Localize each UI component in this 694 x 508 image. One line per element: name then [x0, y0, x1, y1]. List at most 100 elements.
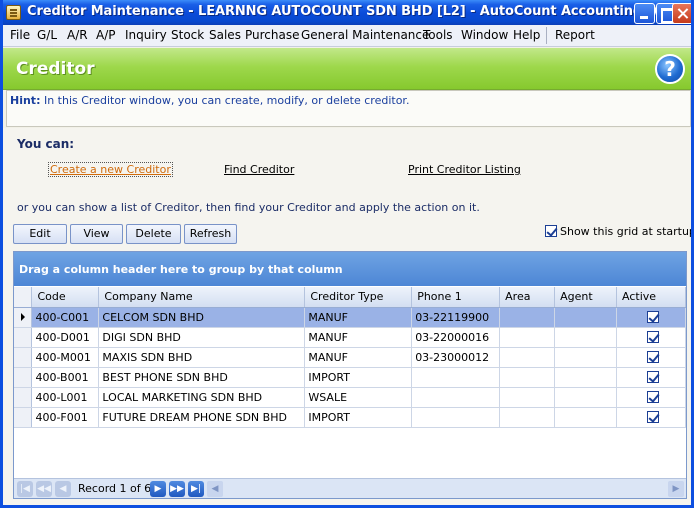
menu-file[interactable]: File — [10, 28, 30, 42]
cell-company-name[interactable]: FUTURE DREAM PHONE SDN BHD — [98, 407, 306, 428]
cell-creditor-type[interactable]: WSALE — [304, 387, 413, 408]
group-by-panel[interactable]: Drag a column header here to group by th… — [14, 252, 686, 286]
menu-ar[interactable]: A/R — [67, 28, 88, 42]
view-button[interactable]: View — [70, 224, 123, 244]
cell-code[interactable]: 400-D001 — [31, 327, 100, 348]
edit-button[interactable]: Edit — [13, 224, 67, 244]
cell-agent[interactable] — [554, 347, 617, 368]
refresh-button[interactable]: Refresh — [184, 224, 237, 244]
menu-sales[interactable]: Sales — [209, 28, 241, 42]
cell-area[interactable] — [499, 347, 556, 368]
table-row[interactable]: 400-F001 FUTURE DREAM PHONE SDN BHD IMPO… — [14, 407, 686, 428]
cell-active[interactable] — [616, 327, 686, 348]
cell-active[interactable] — [616, 367, 686, 388]
cell-area[interactable] — [499, 387, 556, 408]
next-record-icon[interactable]: ▶ — [150, 481, 166, 497]
scroll-left-icon[interactable]: ◀ — [207, 481, 223, 497]
column-header-creditor-type[interactable]: Creditor Type — [304, 287, 413, 308]
cell-code[interactable]: 400-M001 — [31, 347, 100, 368]
cell-code[interactable]: 400-B001 — [31, 367, 100, 388]
cell-agent[interactable] — [554, 367, 617, 388]
find-creditor-link[interactable]: Find Creditor — [224, 163, 294, 176]
active-checkbox[interactable] — [646, 350, 659, 363]
table-row[interactable]: 400-C001 CELCOM SDN BHD MANUF 03-2211990… — [14, 307, 686, 328]
cell-company-name[interactable]: LOCAL MARKETING SDN BHD — [98, 387, 306, 408]
menu-separator — [546, 27, 547, 44]
cell-agent[interactable] — [554, 407, 617, 428]
cell-phone-1[interactable] — [411, 387, 501, 408]
column-header-agent[interactable]: Agent — [554, 287, 617, 308]
cell-code[interactable]: 400-F001 — [31, 407, 100, 428]
menu-stock[interactable]: Stock — [171, 28, 204, 42]
cell-area[interactable] — [499, 407, 556, 428]
help-icon[interactable]: ? — [655, 54, 685, 84]
cell-phone-1[interactable] — [411, 407, 501, 428]
cell-active[interactable] — [616, 347, 686, 368]
cell-creditor-type[interactable]: IMPORT — [304, 407, 413, 428]
table-row[interactable]: 400-D001 DIGI SDN BHD MANUF 03-22000016 — [14, 327, 686, 348]
menu-purchase[interactable]: Purchase — [245, 28, 300, 42]
active-checkbox[interactable] — [646, 330, 659, 343]
cell-creditor-type[interactable]: MANUF — [304, 307, 413, 328]
prev-page-icon[interactable]: ◀◀ — [36, 481, 52, 497]
print-creditor-listing-link[interactable]: Print Creditor Listing — [408, 163, 521, 176]
menu-general-maintenance[interactable]: General Maintenance — [301, 28, 429, 42]
table-row[interactable]: 400-B001 BEST PHONE SDN BHD IMPORT — [14, 367, 686, 388]
cell-active[interactable] — [616, 407, 686, 428]
cell-agent[interactable] — [554, 327, 617, 348]
prev-record-icon[interactable]: ◀ — [55, 481, 71, 497]
cell-company-name[interactable]: CELCOM SDN BHD — [98, 307, 306, 328]
cell-active[interactable] — [616, 307, 686, 328]
menu-gl[interactable]: G/L — [37, 28, 57, 42]
column-header-company-name[interactable]: Company Name — [98, 287, 306, 308]
cell-phone-1[interactable]: 03-23000012 — [411, 347, 501, 368]
column-header-active[interactable]: Active — [616, 287, 686, 308]
cell-area[interactable] — [499, 367, 556, 388]
cell-company-name[interactable]: BEST PHONE SDN BHD — [98, 367, 306, 388]
column-header-code[interactable]: Code — [31, 287, 100, 308]
table-row[interactable]: 400-L001 LOCAL MARKETING SDN BHD WSALE — [14, 387, 686, 408]
checkbox-checked-icon[interactable] — [545, 225, 557, 237]
menu-report[interactable]: Report — [555, 28, 595, 42]
cell-agent[interactable] — [554, 307, 617, 328]
active-checkbox[interactable] — [646, 370, 659, 383]
cell-area[interactable] — [499, 307, 556, 328]
cell-active[interactable] — [616, 387, 686, 408]
cell-phone-1[interactable] — [411, 367, 501, 388]
menu-window[interactable]: Window — [461, 28, 508, 42]
cell-code[interactable]: 400-C001 — [31, 307, 100, 328]
create-creditor-link[interactable]: Create a new Creditor — [48, 162, 173, 177]
cell-area[interactable] — [499, 327, 556, 348]
minimize-button[interactable] — [634, 3, 655, 24]
menu-inquiry[interactable]: Inquiry — [125, 28, 167, 42]
next-page-icon[interactable]: ▶▶ — [169, 481, 185, 497]
cell-code[interactable]: 400-L001 — [31, 387, 100, 408]
scroll-right-icon[interactable]: ▶ — [668, 481, 684, 497]
current-row-arrow-icon — [20, 312, 25, 321]
table-row[interactable]: 400-M001 MAXIS SDN BHD MANUF 03-23000012 — [14, 347, 686, 368]
menu-ap[interactable]: A/P — [96, 28, 116, 42]
column-header-area[interactable]: Area — [499, 287, 556, 308]
cell-company-name[interactable]: DIGI SDN BHD — [98, 327, 306, 348]
hint-label: Hint: — [10, 94, 41, 107]
first-record-icon[interactable]: |◀ — [17, 481, 33, 497]
cell-creditor-type[interactable]: MANUF — [304, 347, 413, 368]
menu-help[interactable]: Help — [513, 28, 540, 42]
cell-company-name[interactable]: MAXIS SDN BHD — [98, 347, 306, 368]
cell-creditor-type[interactable]: MANUF — [304, 327, 413, 348]
cell-phone-1[interactable]: 03-22119900 — [411, 307, 501, 328]
menu-tools[interactable]: Tools — [423, 28, 453, 42]
active-checkbox[interactable] — [646, 410, 659, 423]
title-bar[interactable]: Creditor Maintenance - LEARNNG AUTOCOUNT… — [3, 0, 691, 25]
show-grid-checkbox[interactable]: Show this grid at startup — [545, 225, 691, 238]
cell-phone-1[interactable]: 03-22000016 — [411, 327, 501, 348]
active-checkbox[interactable] — [646, 390, 659, 403]
column-header-phone-1[interactable]: Phone 1 — [411, 287, 501, 308]
cell-creditor-type[interactable]: IMPORT — [304, 367, 413, 388]
active-checkbox[interactable] — [646, 310, 659, 323]
last-record-icon[interactable]: ▶| — [188, 481, 204, 497]
close-button[interactable] — [672, 3, 691, 24]
delete-button[interactable]: Delete — [126, 224, 181, 244]
cell-agent[interactable] — [554, 387, 617, 408]
list-instruction-text: or you can show a list of Creditor, then… — [17, 201, 480, 214]
